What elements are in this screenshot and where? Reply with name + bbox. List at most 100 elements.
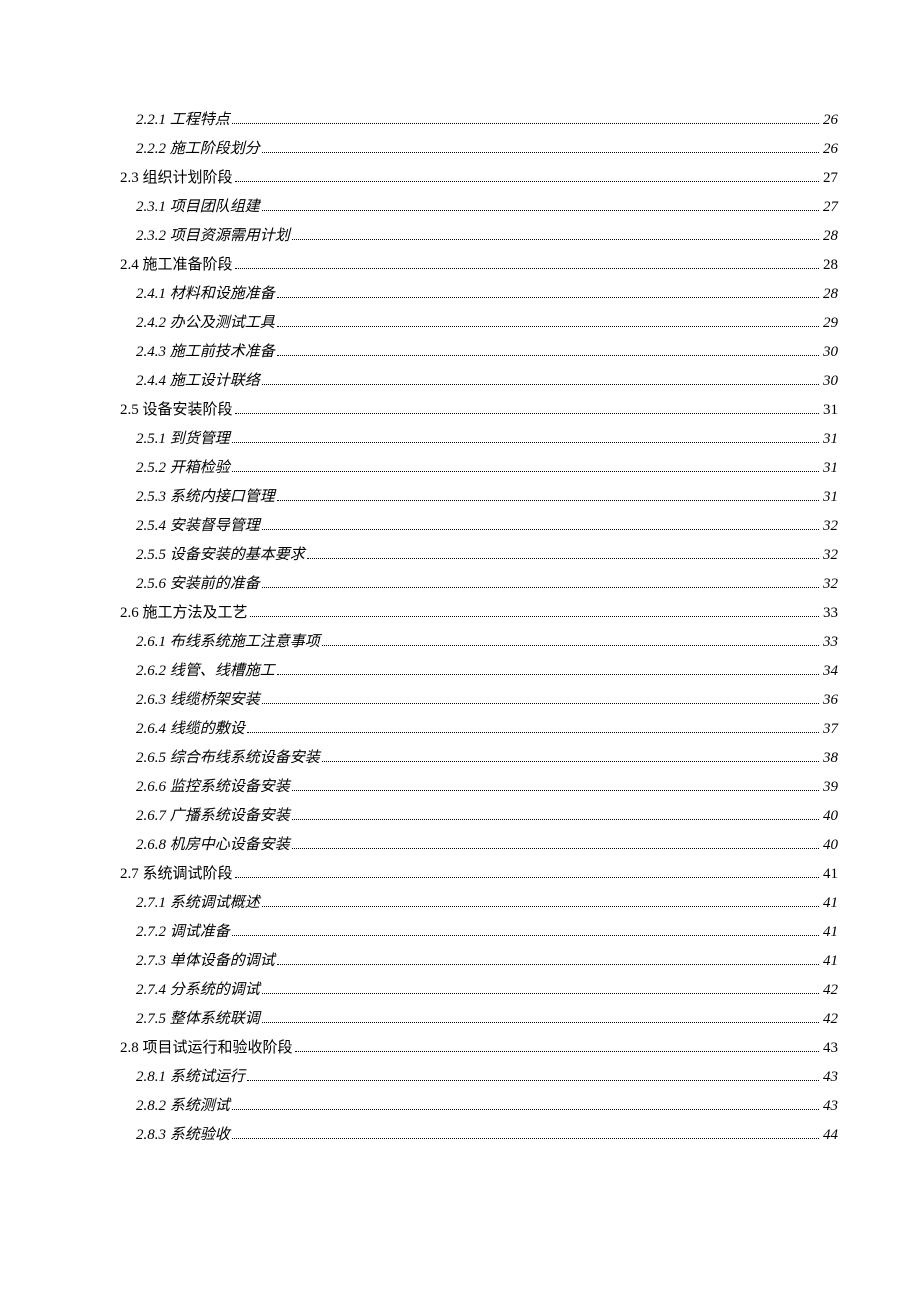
toc-entry-page: 28 (823, 286, 838, 303)
toc-entry: 2.5.6 安装前的准备 32 (120, 572, 838, 593)
toc-entry: 2.5.1 到货管理31 (120, 427, 838, 448)
toc-leader-dots (235, 181, 819, 182)
toc-leader-dots (262, 703, 819, 704)
toc-entry-label: 2.4.3 施工前技术准备 (136, 340, 275, 361)
toc-entry: 2.5.5 设备安装的基本要求 32 (120, 543, 838, 564)
toc-entry: 2.7.4 分系统的调试42 (120, 978, 838, 999)
toc-entry-page: 30 (823, 373, 838, 390)
toc-leader-dots (322, 761, 819, 762)
toc-entry-label: 2.6.8 机房中心设备安装 (136, 833, 290, 854)
toc-entry-page: 32 (823, 576, 838, 593)
toc-entry-label: 2.7.2 调试准备 (136, 920, 230, 941)
toc-entry-label: 2.5.5 设备安装的基本要求 (136, 543, 305, 564)
toc-entry-label: 2.5.6 安装前的准备 (136, 572, 260, 593)
toc-entry-page: 44 (823, 1127, 838, 1144)
toc-entry-label: 2.8.1 系统试运行 (136, 1065, 245, 1086)
toc-entry-page: 41 (823, 866, 838, 883)
toc-entry-page: 39 (823, 779, 838, 796)
toc-entry: 2.3.2 项目资源需用计划28 (120, 224, 838, 245)
toc-entry-label: 2.4.4 施工设计联络 (136, 369, 260, 390)
toc-entry-label: 2.7.3 单体设备的调试 (136, 949, 275, 970)
toc-entry-page: 31 (823, 402, 838, 419)
toc-entry: 2.4.1 材料和设施准备 28 (120, 282, 838, 303)
toc-entry-page: 36 (823, 692, 838, 709)
toc-entry-label: 2.5.2 开箱检验 (136, 456, 230, 477)
toc-entry: 2.8.1 系统试运行 43 (120, 1065, 838, 1086)
toc-entry-label: 2.5.1 到货管理 (136, 427, 230, 448)
toc-entry-label: 2.6.2 线管、线槽施工 (136, 659, 275, 680)
toc-entry: 2.6 施工方法及工艺33 (120, 601, 838, 622)
toc-leader-dots (295, 1051, 819, 1052)
toc-entry: 2.6.2 线管、线槽施工 34 (120, 659, 838, 680)
toc-entry-page: 32 (823, 547, 838, 564)
toc-entry-label: 2.7.1 系统调试概述 (136, 891, 260, 912)
toc-leader-dots (277, 500, 819, 501)
toc-entry-page: 30 (823, 344, 838, 361)
toc-entry: 2.2.1 工程特点 26 (120, 108, 838, 129)
toc-leader-dots (232, 935, 819, 936)
toc-entry-label: 2.4.1 材料和设施准备 (136, 282, 275, 303)
toc-entry: 2.2.2 施工阶段划分26 (120, 137, 838, 158)
toc-leader-dots (250, 616, 819, 617)
toc-entry-label: 2.6.1 布线系统施工注意事项 (136, 630, 320, 651)
toc-leader-dots (277, 297, 819, 298)
toc-leader-dots (232, 1109, 819, 1110)
toc-entry-label: 2.6.7 广播系统设备安装 (136, 804, 290, 825)
toc-entry-label: 2.5.4 安装督导管理 (136, 514, 260, 535)
toc-entry-page: 40 (823, 837, 838, 854)
toc-entry: 2.8.3 系统验收44 (120, 1123, 838, 1144)
toc-entry-page: 43 (823, 1069, 838, 1086)
toc-entry: 2.7.3 单体设备的调试41 (120, 949, 838, 970)
toc-leader-dots (247, 732, 819, 733)
toc-leader-dots (262, 587, 819, 588)
toc-entry-label: 2.8 项目试运行和验收阶段 (120, 1036, 293, 1057)
toc-entry: 2.6.3 线缆桥架安装 36 (120, 688, 838, 709)
toc-entry-label: 2.6.6 监控系统设备安装 (136, 775, 290, 796)
toc-entry-page: 42 (823, 1011, 838, 1028)
toc-leader-dots (232, 471, 819, 472)
toc-entry: 2.8.2 系统测试43 (120, 1094, 838, 1115)
toc-entry-label: 2.5.3 系统内接口管理 (136, 485, 275, 506)
toc-entry: 2.6.7 广播系统设备安装40 (120, 804, 838, 825)
toc-leader-dots (277, 326, 819, 327)
toc-entry: 2.5 设备安装阶段31 (120, 398, 838, 419)
toc-entry: 2.6.8 机房中心设备安装 40 (120, 833, 838, 854)
toc-entry: 2.3.1 项目团队组建27 (120, 195, 838, 216)
toc-entry-label: 2.6.5 综合布线系统设备安装 (136, 746, 320, 767)
toc-entry-page: 31 (823, 489, 838, 506)
toc-entry-label: 2.6.3 线缆桥架安装 (136, 688, 260, 709)
toc-leader-dots (277, 355, 819, 356)
toc-entry: 2.7 系统调试阶段41 (120, 862, 838, 883)
toc-list: 2.2.1 工程特点262.2.2 施工阶段划分262.3 组织计划阶段272.… (120, 108, 838, 1144)
toc-leader-dots (262, 1022, 819, 1023)
toc-entry-page: 34 (823, 663, 838, 680)
toc-entry-label: 2.2.1 工程特点 (136, 108, 230, 129)
toc-leader-dots (232, 1138, 819, 1139)
toc-leader-dots (292, 848, 819, 849)
toc-entry-label: 2.3 组织计划阶段 (120, 166, 233, 187)
toc-leader-dots (262, 529, 819, 530)
toc-entry: 2.4.2 办公及测试工具29 (120, 311, 838, 332)
toc-page: 2.2.1 工程特点262.2.2 施工阶段划分262.3 组织计划阶段272.… (0, 0, 920, 1302)
toc-entry-page: 26 (823, 141, 838, 158)
toc-entry-page: 31 (823, 460, 838, 477)
toc-leader-dots (232, 442, 819, 443)
toc-entry-page: 33 (823, 634, 838, 651)
toc-leader-dots (292, 239, 819, 240)
toc-entry-page: 41 (823, 895, 838, 912)
toc-leader-dots (292, 790, 819, 791)
toc-entry-page: 43 (823, 1040, 838, 1057)
toc-entry-page: 28 (823, 228, 838, 245)
toc-leader-dots (262, 152, 819, 153)
toc-entry: 2.4 施工准备阶段28 (120, 253, 838, 274)
toc-leader-dots (292, 819, 819, 820)
toc-entry-label: 2.8.2 系统测试 (136, 1094, 230, 1115)
toc-leader-dots (322, 645, 819, 646)
toc-entry-label: 2.6 施工方法及工艺 (120, 601, 248, 622)
toc-entry-page: 26 (823, 112, 838, 129)
toc-leader-dots (277, 674, 819, 675)
toc-entry-page: 27 (823, 199, 838, 216)
toc-entry: 2.6.1 布线系统施工注意事项 33 (120, 630, 838, 651)
toc-leader-dots (235, 877, 819, 878)
toc-entry: 2.7.2 调试准备41 (120, 920, 838, 941)
